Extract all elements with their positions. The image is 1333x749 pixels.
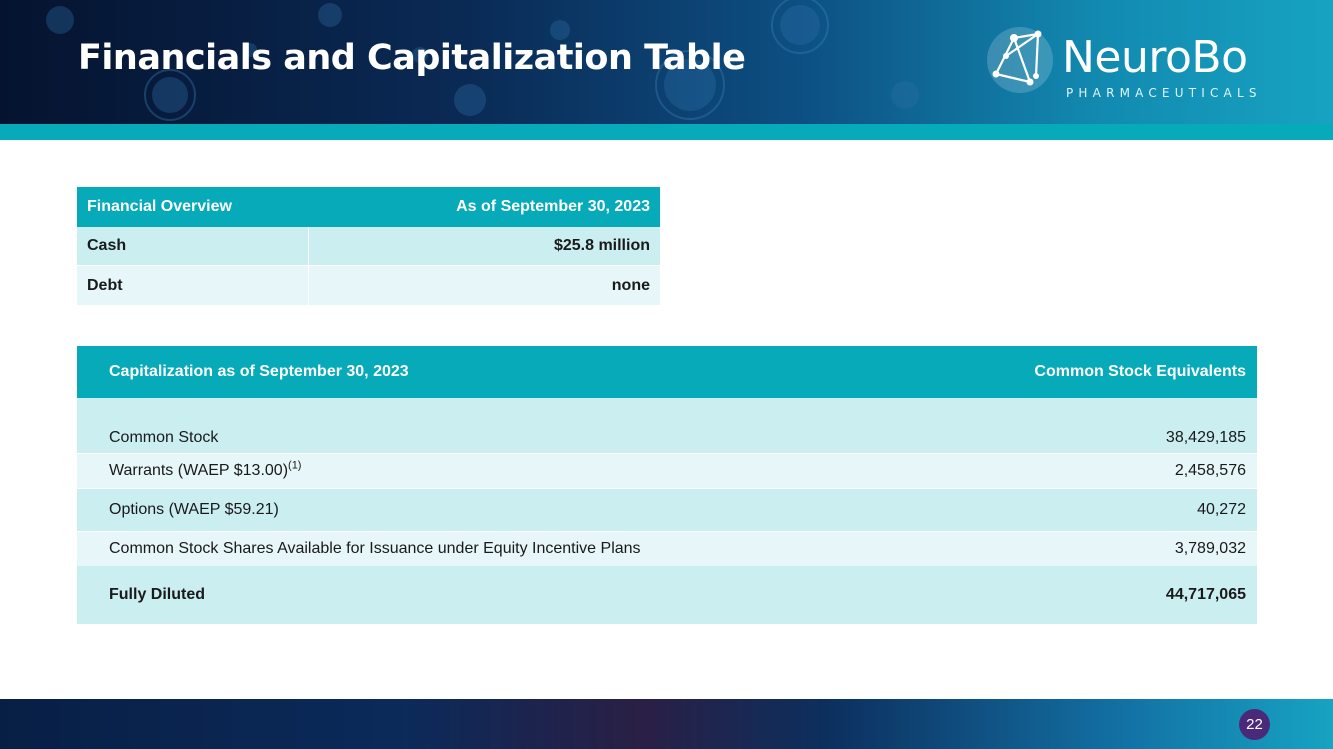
financial-overview-header-label: Financial Overview — [87, 198, 232, 215]
logo-name: NeuroBo — [1062, 32, 1248, 83]
table-row: Options (WAEP $59.21) 40,272 — [77, 489, 1257, 532]
table-row: Common Stock 38,429,185 — [77, 398, 1257, 454]
row-value: 40,272 — [1197, 501, 1246, 518]
financial-overview-table: Financial Overview As of September 30, 2… — [77, 187, 660, 305]
row-label-group: Warrants (WAEP $13.00)(1) — [109, 459, 302, 480]
logo-subtitle: PHARMACEUTICALS — [1066, 86, 1262, 100]
row-value: none — [308, 266, 660, 305]
company-logo: NeuroBo PHARMACEUTICALS — [986, 26, 1266, 102]
header-banner: Financials and Capitalization Table Neur — [0, 0, 1333, 124]
row-label: Warrants (WAEP $13.00) — [109, 462, 289, 479]
neurobo-network-icon — [987, 27, 1053, 93]
row-label: Debt — [87, 276, 123, 294]
row-value: 3,789,032 — [1174, 540, 1246, 557]
capitalization-header: Capitalization as of September 30, 2023 … — [77, 346, 1257, 398]
row-label: Common Stock — [109, 429, 219, 446]
header-accent-stripe — [0, 124, 1333, 140]
table-row: Cash $25.8 million — [77, 227, 660, 266]
capitalization-table: Capitalization as of September 30, 2023 … — [77, 346, 1257, 624]
financial-overview-header: Financial Overview As of September 30, 2… — [77, 187, 660, 227]
table-row: Warrants (WAEP $13.00)(1) 2,458,576 — [77, 454, 1257, 489]
row-label: Options (WAEP $59.21) — [109, 501, 279, 518]
capitalization-header-value: Common Stock Equivalents — [1034, 363, 1246, 380]
table-row: Debt none — [77, 266, 660, 305]
row-label: Cash — [87, 237, 127, 254]
capitalization-header-label: Capitalization as of September 30, 2023 — [109, 363, 409, 380]
row-label: Fully Diluted — [109, 586, 205, 603]
financial-overview-header-date: As of September 30, 2023 — [456, 198, 650, 215]
footnote-marker: (1) — [288, 459, 302, 472]
table-row: Common Stock Shares Available for Issuan… — [77, 532, 1257, 566]
row-value: $25.8 million — [308, 227, 660, 265]
table-row-total: Fully Diluted 44,717,065 — [77, 566, 1257, 624]
row-value: 38,429,185 — [1165, 429, 1246, 446]
row-value: 2,458,576 — [1174, 462, 1246, 479]
footer-banner — [0, 699, 1333, 749]
page-number-badge: 22 — [1239, 709, 1270, 740]
row-value: 44,717,065 — [1165, 586, 1246, 603]
page-title: Financials and Capitalization Table — [78, 38, 746, 78]
row-label: Common Stock Shares Available for Issuan… — [109, 540, 641, 557]
